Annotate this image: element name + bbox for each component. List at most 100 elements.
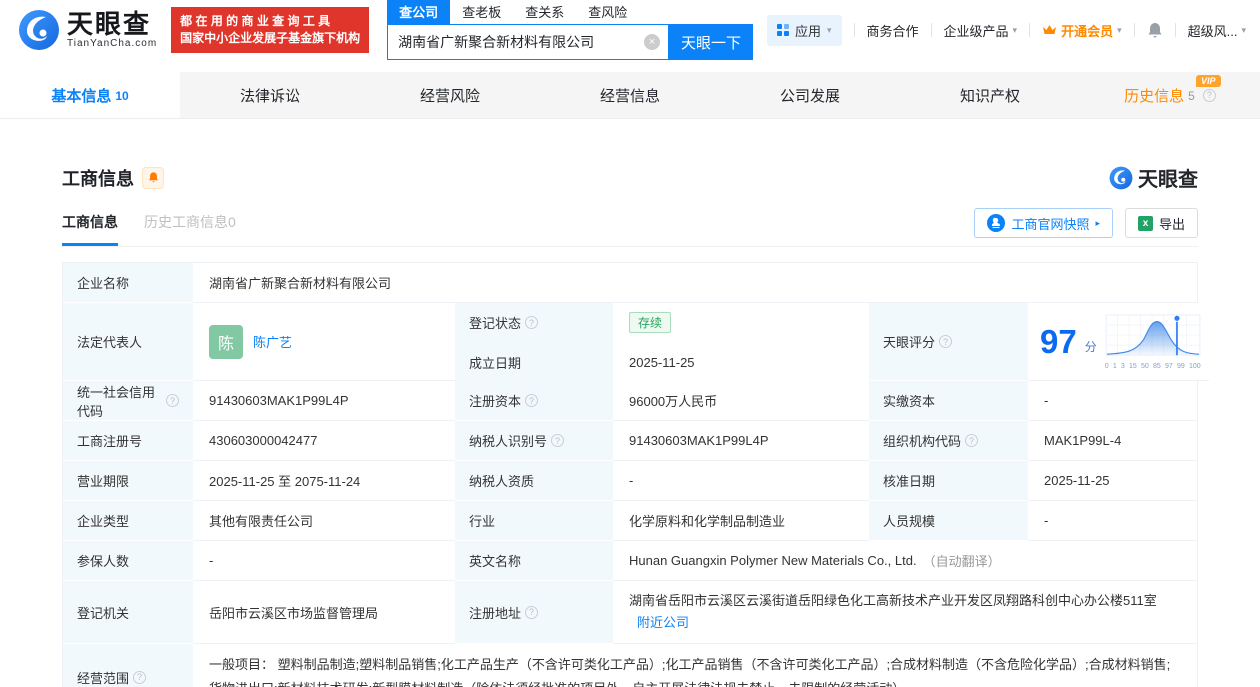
help-icon[interactable]: ? (965, 434, 979, 447)
vip-badge: VIP (1196, 75, 1221, 87)
tab-history-count: 5 (1188, 89, 1195, 103)
divider (1133, 23, 1135, 37)
industry-value: 化学原料和化学制品制造业 (613, 501, 869, 541)
company-type-label: 企业类型 (63, 501, 193, 541)
apps-menu[interactable]: 应用 ▾ (766, 14, 842, 46)
english-name-label: 英文名称 (455, 541, 613, 581)
table-row: 法定代表人 陈 陈广艺 登记状态? 存续 成立日期 2025-11-25 天眼评… (63, 303, 1209, 382)
tab-basic-count: 10 (115, 89, 129, 103)
notification-bell-icon[interactable] (1147, 22, 1163, 39)
business-scope-value: 一般项目： 塑料制品制造;塑料制品销售;化工产品生产（不含许可类化工产品）;化工… (193, 644, 1197, 687)
org-code-value: MAK1P99L-4 (1028, 421, 1197, 461)
status-badge: 存续 (629, 312, 672, 333)
score-axis: 0 1 3 15 50 85 97 99 100 (1104, 363, 1201, 370)
credit-code-label: 统一社会信用代码? (63, 381, 193, 421)
tab-operation-info[interactable]: 经营信息 (540, 72, 720, 118)
search-tab-relation[interactable]: 查关系 (513, 0, 576, 24)
help-icon[interactable]: ? (525, 394, 539, 407)
help-icon[interactable]: ? (166, 394, 179, 407)
reg-status-label: 登记状态? (455, 303, 613, 343)
stamp-icon (987, 214, 1006, 232)
chevron-down-icon: ▾ (1241, 24, 1246, 35)
staff-size-label: 人员规模 (869, 501, 1028, 541)
tab-intellectual-property[interactable]: 知识产权 (900, 72, 1080, 118)
tab-history-info[interactable]: VIP 历史信息 5 ? (1080, 72, 1260, 118)
avatar[interactable]: 陈 (209, 324, 243, 359)
search-input[interactable] (388, 25, 668, 59)
divider (930, 23, 932, 37)
official-snapshot-button[interactable]: 工商官网快照 ▸ (974, 208, 1113, 238)
search-area: 查公司 查老板 查关系 查风险 × 天眼一下 (387, 0, 753, 60)
search-tab-risk[interactable]: 查风险 (576, 0, 639, 24)
nav-business-cooperation[interactable]: 商务合作 (867, 21, 919, 40)
search-tab-company[interactable]: 查公司 (387, 0, 451, 24)
tab-basic-info[interactable]: 基本信息 10 (0, 72, 180, 118)
company-name-value: 湖南省广新聚合新材料有限公司 (193, 263, 1197, 303)
english-name-cell: Hunan Guangxin Polymer New Materials Co.… (613, 541, 1197, 581)
help-icon[interactable]: ? (133, 670, 147, 684)
help-icon[interactable]: ? (939, 335, 953, 348)
table-row: 营业期限 2025-11-25 至 2075-11-24 纳税人资质 - 核准日… (63, 461, 1197, 501)
business-scope-label: 经营范围? (63, 644, 193, 687)
chevron-down-icon: ▾ (1117, 24, 1122, 35)
table-row: 企业类型 其他有限责任公司 行业 化学原料和化学制品制造业 人员规模 - (63, 501, 1197, 541)
nav-super-risk[interactable]: 超级风... ▾ (1188, 21, 1246, 40)
score-cell[interactable]: 97 分 0 1 3 15 50 85 97 99 100 (1028, 303, 1209, 381)
table-row: 企业名称 湖南省广新聚合新材料有限公司 (63, 263, 1197, 303)
divider (853, 23, 855, 37)
reg-authority-label: 登记机关 (63, 581, 193, 644)
help-icon[interactable]: ? (525, 605, 539, 619)
taxpayer-quality-label: 纳税人资质 (455, 461, 613, 501)
approval-date-label: 核准日期 (869, 461, 1028, 501)
search-button[interactable]: 天眼一下 (668, 24, 753, 60)
search-input-wrap: × (387, 24, 669, 60)
search-tab-boss[interactable]: 查老板 (450, 0, 513, 24)
legal-rep-link[interactable]: 陈广艺 (253, 332, 292, 351)
reg-address-value: 湖南省岳阳市云溪区云溪街道岳阳绿色化工高新技术产业开发区凤翔路科创中心办公楼51… (629, 593, 1157, 608)
subtab-business-info[interactable]: 工商信息 (62, 212, 118, 246)
watermark-brand: 天眼查 (1138, 169, 1198, 191)
paid-capital-label: 实缴资本 (869, 381, 1028, 421)
tab-operation-risk[interactable]: 经营风险 (360, 72, 540, 118)
help-icon[interactable]: ? (525, 316, 539, 329)
business-term-label: 营业期限 (63, 461, 193, 501)
chevron-down-icon: ▾ (1012, 24, 1018, 35)
nearby-companies-link[interactable]: 附近公司 (637, 615, 689, 630)
tab-company-development[interactable]: 公司发展 (720, 72, 900, 118)
nav-enterprise-products[interactable]: 企业级产品 ▾ (944, 21, 1018, 40)
top-header: 天眼查 TianYanCha.com 都 在 用 的 商 业 查 询 工 具 国… (0, 0, 1260, 60)
divider (1029, 23, 1031, 37)
clear-icon[interactable]: × (643, 34, 660, 50)
auto-translate-note: （自动翻译） (922, 554, 1001, 569)
help-icon[interactable]: ? (551, 434, 565, 447)
export-button[interactable]: x 导出 (1124, 208, 1198, 238)
help-icon[interactable]: ? (1202, 88, 1216, 102)
legal-rep-cell: 陈 陈广艺 (193, 303, 455, 381)
reg-number-value: 430603000042477 (193, 421, 455, 461)
industry-label: 行业 (455, 501, 613, 541)
logo-domain: TianYanCha.com (67, 38, 158, 49)
tab-legal-proceedings[interactable]: 法律诉讼 (180, 72, 360, 118)
main-content: 工商信息 天眼查 工商信息 历史工商信息0 工商官网快照 ▸ x 导出 企业名称… (0, 163, 1260, 687)
company-type-value: 其他有限责任公司 (193, 501, 455, 541)
subtab-history-business-info[interactable]: 历史工商信息0 (144, 212, 236, 246)
logo-text: 天眼查 TianYanCha.com (67, 11, 157, 49)
company-nav-tabs: 基本信息 10 法律诉讼 经营风险 经营信息 公司发展 知识产权 VIP 历史信… (0, 72, 1260, 119)
promo-banner: 都 在 用 的 商 业 查 询 工 具 国家中小企业发展子基金旗下机构 (171, 7, 370, 53)
score-curve-chart: 0 1 3 15 50 85 97 99 100 (1105, 313, 1201, 370)
business-term-value: 2025-11-25 至 2075-11-24 (193, 461, 455, 501)
legal-rep-label: 法定代表人 (63, 303, 193, 381)
header-nav: 应用 ▾ 商务合作 企业级产品 ▾ 开通会员 ▾ 超级风... ▾ (766, 14, 1246, 46)
tianyancha-logo[interactable]: 天眼查 TianYanCha.com (18, 9, 157, 51)
apps-grid-icon (776, 24, 789, 36)
nav-open-membership[interactable]: 开通会员 ▾ (1042, 21, 1122, 40)
chevron-right-icon: ▸ (1095, 217, 1100, 228)
subtab-row: 工商信息 历史工商信息0 工商官网快照 ▸ x 导出 (62, 208, 1198, 247)
staff-size-value: - (1028, 501, 1197, 541)
subscribe-bell-icon[interactable] (142, 166, 164, 189)
table-row: 工商注册号 430603000042477 纳税人识别号? 91430603MA… (63, 421, 1197, 461)
table-row: 统一社会信用代码? 91430603MAK1P99L4P 注册资本? 96000… (63, 381, 1197, 421)
reg-address-cell: 湖南省岳阳市云溪区云溪街道岳阳绿色化工高新技术产业开发区凤翔路科创中心办公楼51… (613, 581, 1197, 644)
company-name-label: 企业名称 (63, 263, 193, 303)
promo-banner-line1: 都 在 用 的 商 业 查 询 工 具 (180, 14, 331, 28)
